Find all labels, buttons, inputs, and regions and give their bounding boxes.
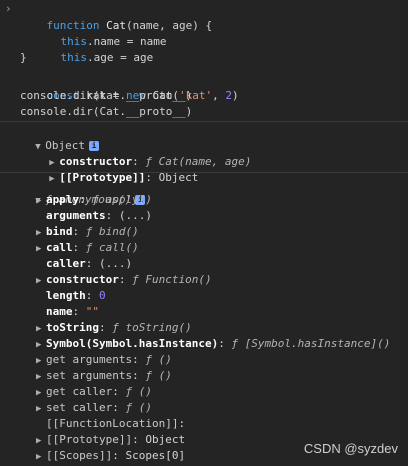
object-header[interactable]: ▼ Object i <box>22 122 99 152</box>
property-row[interactable]: ▶ [[Scopes]]: Scopes[0] <box>36 448 185 464</box>
property-row[interactable]: [[FunctionLocation]]: <box>36 416 192 432</box>
code-line-3: this.age = age <box>60 51 154 64</box>
code-line-7: console.dir(Cat.__proto__) <box>20 105 193 118</box>
triangle-right-icon[interactable]: ▶ <box>36 385 46 401</box>
code-line-6: console.dir(kat.__proto__) <box>20 89 193 102</box>
property-row[interactable]: ▶ get caller: ƒ () <box>36 384 152 400</box>
property-row[interactable]: ▶ [[Prototype]]: Object <box>36 432 185 448</box>
code-line-5: const kat = new Cat('kat', 2) <box>46 89 239 102</box>
property-row[interactable]: ▶ get arguments: ƒ () <box>36 352 172 368</box>
triangle-right-icon[interactable]: ▶ <box>36 241 46 257</box>
property-row[interactable]: ▶ call: ƒ call() <box>36 240 139 256</box>
code-line-1: function Cat(name, age) { <box>46 19 213 32</box>
triangle-right-icon[interactable]: ▶ <box>36 449 46 465</box>
property-row[interactable]: ▶ constructor: ƒ Function() <box>36 272 212 288</box>
code-line-4: } <box>20 51 27 64</box>
property-row[interactable]: caller: (...) <box>36 256 132 272</box>
triangle-right-icon[interactable]: ▶ <box>36 353 46 369</box>
triangle-right-icon[interactable]: ▶ <box>36 337 46 353</box>
property-row[interactable]: ▶ toString: ƒ toString() <box>36 320 192 336</box>
divider <box>0 172 408 173</box>
triangle-right-icon[interactable]: ▶ <box>36 193 46 209</box>
function-header[interactable]: ▼ ƒ anonymous() i <box>22 176 146 206</box>
watermark: CSDN @syzdev <box>303 441 398 456</box>
property-row[interactable]: arguments: (...) <box>36 208 152 224</box>
chevron-right-icon: › <box>5 2 12 15</box>
triangle-right-icon[interactable]: ▶ <box>36 369 46 385</box>
property-row[interactable]: ▶ apply: ƒ apply() <box>36 192 152 208</box>
property-row[interactable]: ▶ set arguments: ƒ () <box>36 368 172 384</box>
triangle-right-icon[interactable]: ▶ <box>36 401 46 417</box>
triangle-right-icon[interactable]: ▶ <box>36 225 46 241</box>
property-row[interactable]: ▶ constructor: ƒ Cat(name, age) <box>36 138 251 168</box>
triangle-right-icon[interactable]: ▶ <box>36 273 46 289</box>
property-row[interactable]: ▶ bind: ƒ bind() <box>36 224 139 240</box>
property-row[interactable]: ▶ set caller: ƒ () <box>36 400 152 416</box>
property-row[interactable]: ▶ Symbol(Symbol.hasInstance): ƒ [Symbol.h… <box>36 336 390 352</box>
property-row[interactable]: name: "" <box>36 304 99 320</box>
property-row[interactable]: length: 0 <box>36 288 106 304</box>
triangle-right-icon[interactable]: ▶ <box>36 433 46 449</box>
property-row[interactable]: ▶ [[Prototype]]: Object <box>36 154 198 184</box>
triangle-right-icon[interactable]: ▶ <box>36 321 46 337</box>
code-line-2: this.name = name <box>60 35 167 48</box>
